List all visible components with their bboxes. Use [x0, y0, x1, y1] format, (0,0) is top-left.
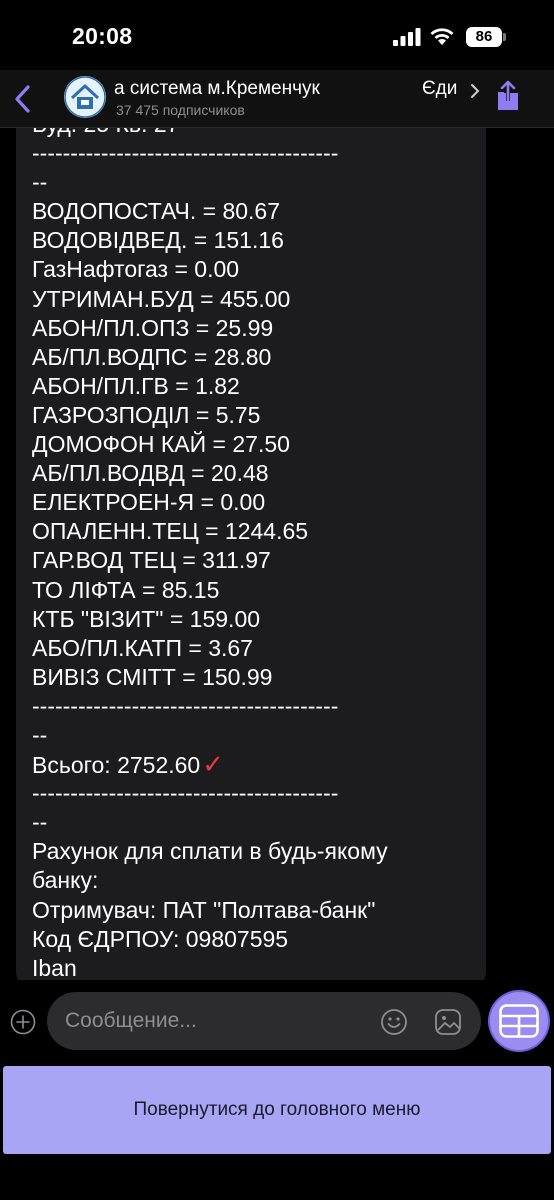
- bot-keyboard-panel: Повернутися до головного меню: [0, 1064, 554, 1200]
- message-line-text: ТО ЛІФТА = 85.15: [32, 576, 220, 603]
- message-line-text: ----------------------------------------: [32, 692, 339, 719]
- message-line: Рахунок для сплати в будь-якому: [32, 837, 472, 866]
- chat-header: а система м.Кременчук 37 475 подписчиков…: [0, 70, 554, 128]
- main-menu-button[interactable]: Повернутися до головного меню: [3, 1066, 551, 1154]
- message-line-text: ОПАЛЕНН.ТЕЦ = 1244.65: [32, 518, 309, 545]
- message-line: Буд. 25 Кв. 27: [32, 128, 472, 139]
- message-line-text: --: [32, 721, 48, 748]
- message-text: Буд. 25 Кв. 27--------------------------…: [32, 128, 472, 980]
- channel-avatar[interactable]: [64, 76, 106, 118]
- message-line-text: Отримувач: ПАТ "Полтава-банк": [32, 896, 376, 923]
- message-input[interactable]: Сообщение...: [47, 992, 481, 1050]
- message-line-text: ВИВІЗ СМІТТ = 150.99: [32, 663, 273, 690]
- message-line: АБ/ПЛ.ВОДВД = 20.48: [32, 459, 472, 488]
- battery-level: 86: [466, 27, 502, 47]
- keyboard-grid-icon: [499, 1004, 539, 1038]
- message-line-text: --: [32, 169, 48, 196]
- message-line-text: КТБ "ВІЗИТ" = 159.00: [32, 605, 261, 632]
- sticker-icon[interactable]: [434, 1008, 462, 1036]
- message-line-text: АБОН/ПЛ.ОПЗ = 25.99: [32, 314, 274, 341]
- message-line: АБО/ПЛ.КАТП = 3.67: [32, 634, 472, 663]
- message-line-text: Iban: [32, 954, 77, 980]
- message-line-text: Код ЄДРПОУ: 09807595: [32, 925, 289, 952]
- message-line: ОПАЛЕНН.ТЕЦ = 1244.65: [32, 517, 472, 546]
- message-line: ЕЛЕКТРОЕН-Я = 0.00: [32, 488, 472, 517]
- message-line: --: [32, 721, 472, 750]
- message-line-text: ДОМОФОН КАЙ = 27.50: [32, 431, 290, 458]
- subscriber-count: 37 475 подписчиков: [116, 102, 245, 118]
- channel-title[interactable]: а система м.Кременчук: [114, 78, 414, 100]
- message-line: ДОМОФОН КАЙ = 27.50: [32, 430, 472, 459]
- message-line-text: Всього: 2752.60: [32, 752, 201, 779]
- message-line: ВОДОВІДВЕД. = 151.16: [32, 226, 472, 255]
- message-line: АБОН/ПЛ.ОПЗ = 25.99: [32, 314, 472, 343]
- message-line: банку:: [32, 866, 472, 895]
- message-line: КТБ "ВІЗИТ" = 159.00: [32, 605, 472, 634]
- message-line-text: Рахунок для сплати в будь-якому: [32, 838, 388, 865]
- message-line: АБОН/ПЛ.ГВ = 1.82: [32, 372, 472, 401]
- message-line: УТРИМАН.БУД = 455.00: [32, 285, 472, 314]
- message-line: ВИВІЗ СМІТТ = 150.99: [32, 663, 472, 692]
- status-bar: 20:08 86: [0, 0, 554, 70]
- message-line: Код ЄДРПОУ: 09807595: [32, 925, 472, 954]
- message-line: ВОДОПОСТАЧ. = 80.67: [32, 197, 472, 226]
- message-line: ----------------------------------------: [32, 779, 472, 808]
- status-time: 20:08: [72, 23, 133, 49]
- message-line-text: Буд. 25 Кв. 27: [32, 128, 179, 137]
- message-line: --: [32, 168, 472, 197]
- emoji-icon[interactable]: [380, 1008, 408, 1036]
- wifi-icon: [430, 28, 454, 45]
- message-line-text: ВОДОПОСТАЧ. = 80.67: [32, 198, 281, 225]
- bot-keyboard-button[interactable]: [490, 992, 548, 1050]
- message-line: --: [32, 808, 472, 837]
- message-line-text: --: [32, 809, 48, 836]
- message-line-text: ЕЛЕКТРОЕН-Я = 0.00: [32, 489, 266, 516]
- header-action-link[interactable]: Єди: [422, 78, 457, 100]
- message-line: АБ/ПЛ.ВОДПС = 28.80: [32, 343, 472, 372]
- message-line-text: ГАЗРОЗПОДІЛ = 5.75: [32, 401, 261, 428]
- message-line-text: АБ/ПЛ.ВОДВД = 20.48: [32, 460, 269, 487]
- message-line: Iban: [32, 954, 472, 980]
- message-line-text: ГАР.ВОД ТЕЦ = 311.97: [32, 547, 271, 574]
- message-line: ГАЗРОЗПОДІЛ = 5.75: [32, 401, 472, 430]
- check-mark-icon: ✓: [202, 750, 225, 780]
- message-line-text: ----------------------------------------: [32, 140, 339, 167]
- back-chevron-icon[interactable]: [12, 84, 34, 114]
- message-line-text: ВОДОВІДВЕД. = 151.16: [32, 227, 284, 254]
- message-line-text: ----------------------------------------: [32, 780, 339, 807]
- message-line: Всього: 2752.60✓: [32, 750, 472, 779]
- message-line-text: банку:: [32, 867, 99, 894]
- house-logo-icon: [64, 76, 106, 118]
- message-line-text: ГазНафтогаз = 0.00: [32, 256, 240, 283]
- message-line: ----------------------------------------: [32, 692, 472, 721]
- message-line: ГазНафтогаз = 0.00: [32, 255, 472, 284]
- chat-area[interactable]: Буд. 25 Кв. 27--------------------------…: [0, 128, 554, 980]
- message-input-bar: Сообщение...: [0, 980, 554, 1064]
- message-placeholder: Сообщение...: [65, 1009, 197, 1032]
- chevron-right-icon: [471, 84, 480, 98]
- message-line-text: УТРИМАН.БУД = 455.00: [32, 285, 291, 312]
- message-line-text: АБО/ПЛ.КАТП = 3.67: [32, 634, 253, 661]
- message-line: ТО ЛІФТА = 85.15: [32, 576, 472, 605]
- message-line-text: АБОН/ПЛ.ГВ = 1.82: [32, 372, 240, 399]
- message-line-text: АБ/ПЛ.ВОДПС = 28.80: [32, 343, 272, 370]
- attach-plus-icon[interactable]: [10, 1009, 36, 1035]
- battery-tip: [503, 33, 506, 41]
- cellular-signal-icon: [393, 28, 421, 46]
- message-line: ГАР.ВОД ТЕЦ = 311.97: [32, 546, 472, 575]
- share-icon[interactable]: [494, 79, 522, 113]
- message-line: ----------------------------------------: [32, 139, 472, 168]
- message-line: Отримувач: ПАТ "Полтава-банк": [32, 896, 472, 925]
